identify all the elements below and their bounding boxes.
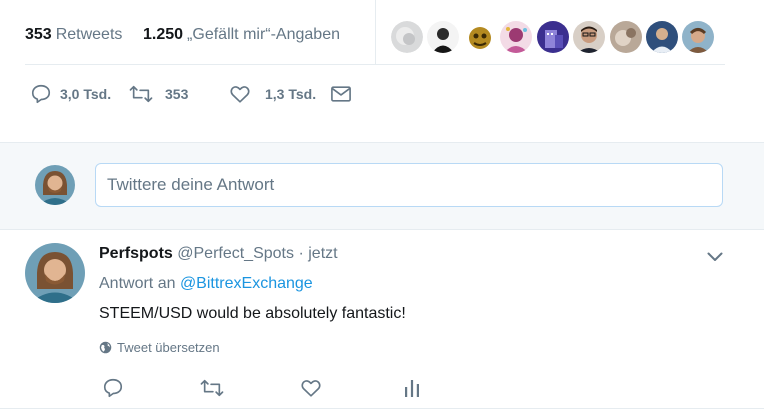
likes-stat[interactable]: 1.250 „Gefällt mir“-Angaben <box>143 26 340 44</box>
tweet-actions: 3,0 Tsd. 353 1,3 Tsd. <box>25 74 725 114</box>
liker-avatar-6[interactable] <box>573 21 605 53</box>
stats-divider <box>375 0 376 64</box>
liker-avatar-2[interactable] <box>427 21 459 53</box>
tweet-divider <box>0 408 764 409</box>
translate-tweet-label: Tweet übersetzen <box>117 340 220 355</box>
tweet-text: STEEM/USD would be absolutely fantastic! <box>99 305 406 322</box>
replying-to: Antwort an @BittrexExchange <box>99 275 313 293</box>
tweet-retweet-button[interactable] <box>199 375 225 401</box>
retweets-label: Retweets <box>55 26 123 43</box>
tweet-author-handle[interactable]: @Perfect_Spots <box>177 245 294 262</box>
liker-avatar-9[interactable] <box>682 21 714 53</box>
chevron-down-icon <box>707 252 723 261</box>
liker-avatar-4[interactable] <box>500 21 532 53</box>
analytics-icon <box>405 380 419 397</box>
likes-label: „Gefällt mir“-Angaben <box>187 26 340 43</box>
tweet-author-name[interactable]: Perfspots <box>99 245 173 262</box>
retweet-icon <box>129 85 153 103</box>
heart-icon <box>230 86 250 103</box>
tweet-time-separator: · <box>298 245 304 262</box>
envelope-icon <box>331 86 351 102</box>
retweet-icon <box>200 379 224 397</box>
tweet-reply-button[interactable] <box>100 375 126 401</box>
retweet-count: 353 <box>165 86 189 102</box>
liker-avatar-7[interactable] <box>610 21 642 53</box>
retweet-action[interactable]: 353 <box>129 82 188 106</box>
tweet-more-menu[interactable] <box>704 247 726 267</box>
replying-to-label: Antwort an <box>99 275 176 292</box>
direct-message-action[interactable] <box>330 82 352 106</box>
current-user-avatar[interactable] <box>35 165 75 205</box>
liker-avatar-1[interactable] <box>391 21 423 53</box>
tweet-stats: 353 Retweets 1.250 „Gefällt mir“-Angaben <box>25 0 725 65</box>
reply-tweet[interactable]: Perfspots @Perfect_Spots · jetzt Antwort… <box>0 229 764 416</box>
reply-count: 3,0 Tsd. <box>60 86 112 102</box>
retweets-stat[interactable]: 353 Retweets <box>25 26 122 44</box>
like-action[interactable]: 1,3 Tsd. <box>229 82 316 106</box>
heart-icon <box>301 380 321 397</box>
reply-icon <box>31 84 51 104</box>
reply-action[interactable]: 3,0 Tsd. <box>30 82 111 106</box>
liker-avatar-3[interactable] <box>464 21 496 53</box>
tweet-analytics-button[interactable] <box>399 375 425 401</box>
tweet-header: Perfspots @Perfect_Spots · jetzt <box>99 245 338 263</box>
reply-compose-area <box>0 142 764 230</box>
translate-tweet-link[interactable]: Tweet übersetzen <box>99 340 220 355</box>
likes-count: 1.250 <box>143 26 184 43</box>
liker-avatar-5[interactable] <box>537 21 569 53</box>
replying-to-handle-link[interactable]: @BittrexExchange <box>180 275 313 292</box>
tweet-like-button[interactable] <box>298 375 324 401</box>
reply-input[interactable] <box>95 163 723 207</box>
retweets-count: 353 <box>25 26 52 43</box>
liker-avatar-8[interactable] <box>646 21 678 53</box>
like-count: 1,3 Tsd. <box>265 86 317 102</box>
globe-icon <box>99 341 112 354</box>
tweet-timestamp[interactable]: jetzt <box>308 245 337 262</box>
reply-icon <box>103 378 123 398</box>
tweet-author-avatar[interactable] <box>25 243 85 303</box>
